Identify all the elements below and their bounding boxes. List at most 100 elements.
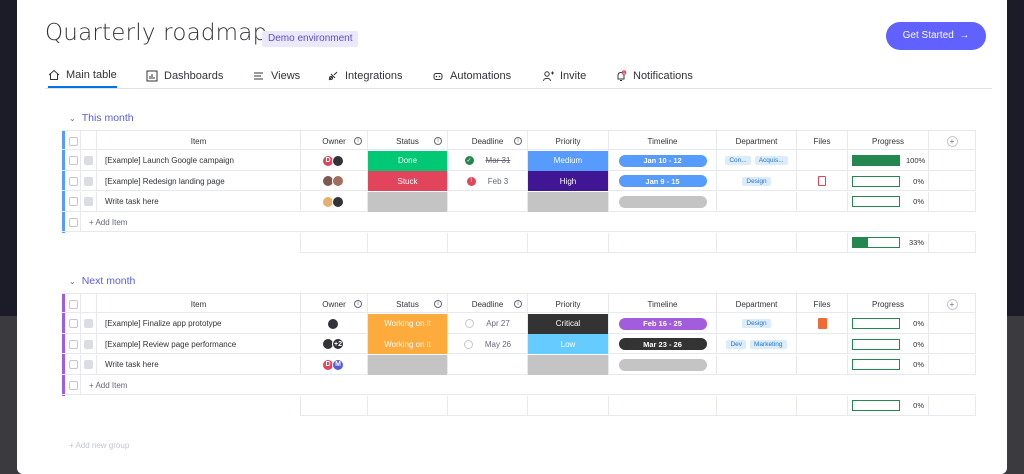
status-cell[interactable]	[368, 191, 448, 212]
files-cell[interactable]	[797, 354, 848, 375]
avatar[interactable]: +2	[332, 338, 344, 350]
pdf-file-icon[interactable]	[818, 176, 826, 186]
column-header-progress[interactable]: Progress	[848, 294, 929, 314]
department-cell[interactable]	[717, 354, 797, 375]
add-item-checkbox[interactable]	[67, 212, 81, 232]
checkbox-box[interactable]	[69, 319, 78, 328]
get-started-button[interactable]: Get Started →	[886, 22, 986, 50]
files-cell[interactable]	[797, 334, 848, 354]
row-checkbox[interactable]	[67, 191, 81, 212]
files-cell[interactable]	[797, 150, 848, 171]
priority-cell[interactable]	[528, 354, 609, 375]
add-column-button[interactable]: +	[929, 131, 976, 151]
department-cell[interactable]	[717, 191, 797, 212]
item-name[interactable]: [Example] Finalize app prototype	[97, 313, 301, 334]
plus-circle-icon[interactable]: +	[946, 298, 958, 310]
timeline-pill[interactable]	[618, 358, 707, 371]
timeline-cell[interactable]: Feb 16 - 25	[609, 313, 717, 334]
avatar[interactable]	[332, 154, 344, 167]
tab-automations[interactable]: Automations	[432, 64, 511, 88]
timeline-pill[interactable]: Feb 16 - 25	[618, 317, 707, 330]
owner-cell[interactable]: +2	[301, 334, 368, 354]
checkbox-box[interactable]	[69, 339, 78, 349]
status-cell[interactable]: Stuck	[368, 171, 448, 191]
owner-cell[interactable]: DM	[301, 354, 368, 375]
deadline-cell[interactable]: Apr 27	[448, 313, 528, 334]
files-cell[interactable]	[797, 171, 848, 191]
drag-handle-icon[interactable]	[84, 319, 93, 328]
checkbox-box[interactable]	[69, 176, 78, 186]
group-title-this-month[interactable]: ⌄ This month	[69, 112, 134, 124]
deadline-cell[interactable]: ✓ Mar 31	[448, 150, 528, 171]
drag-handle-icon[interactable]	[84, 176, 93, 186]
row-drag-handle[interactable]	[81, 150, 97, 171]
status-cell[interactable]: Working on it	[368, 334, 448, 354]
avatar[interactable]: M	[332, 358, 344, 371]
deadline-cell[interactable]	[448, 354, 528, 375]
checkbox-box[interactable]	[69, 136, 78, 146]
row-drag-handle[interactable]	[81, 313, 97, 334]
info-icon[interactable]: i	[514, 300, 522, 308]
column-header-files[interactable]: Files	[797, 294, 848, 314]
column-header-progress[interactable]: Progress	[848, 131, 929, 151]
plus-circle-icon[interactable]: +	[946, 135, 958, 147]
priority-cell[interactable]: Medium	[528, 150, 609, 171]
drag-handle-icon[interactable]	[84, 339, 93, 349]
column-header-files[interactable]: Files	[797, 131, 848, 151]
checkbox-box[interactable]	[69, 217, 78, 227]
timeline-pill[interactable]: Jan 10 - 12	[618, 154, 707, 167]
item-name[interactable]: Write task here	[97, 354, 301, 375]
checkbox-box[interactable]	[69, 156, 78, 165]
row-drag-handle[interactable]	[81, 334, 97, 354]
column-header-item[interactable]: Item	[97, 294, 301, 314]
tab-integrations[interactable]: Integrations	[327, 64, 402, 88]
checkbox-box[interactable]	[69, 380, 78, 390]
group-title-next-month[interactable]: ⌄ Next month	[69, 275, 135, 287]
timeline-pill[interactable]: Mar 23 - 26	[618, 338, 707, 350]
avatar[interactable]	[332, 175, 344, 187]
add-item-checkbox[interactable]	[67, 375, 81, 395]
item-name[interactable]: [Example] Review page performance	[97, 334, 301, 354]
deadline-cell[interactable]: May 26	[448, 334, 528, 354]
add-item-button[interactable]: + Add Item	[81, 212, 976, 232]
chevron-down-icon[interactable]: ⌄	[69, 277, 76, 286]
row-drag-handle[interactable]	[81, 191, 97, 212]
status-cell[interactable]	[368, 354, 448, 375]
column-header-priority[interactable]: Priority	[528, 131, 609, 151]
priority-cell[interactable]: Low	[528, 334, 609, 354]
timeline-cell[interactable]: Mar 23 - 26	[609, 334, 717, 354]
timeline-cell[interactable]: Jan 10 - 12	[609, 150, 717, 171]
info-icon[interactable]: i	[514, 137, 522, 145]
timeline-cell[interactable]	[609, 354, 717, 375]
owner-cell[interactable]: D	[301, 150, 368, 171]
drag-handle-icon[interactable]	[84, 156, 93, 165]
row-drag-handle[interactable]	[81, 354, 97, 375]
deadline-cell[interactable]	[448, 191, 528, 212]
timeline-cell[interactable]	[609, 191, 717, 212]
info-icon[interactable]: i	[354, 137, 362, 145]
select-all-checkbox[interactable]	[67, 294, 81, 314]
tab-main-table[interactable]: Main table	[48, 64, 117, 88]
priority-cell[interactable]: Critical	[528, 313, 609, 334]
owner-cell[interactable]	[301, 313, 368, 334]
column-header-department[interactable]: Department	[717, 294, 797, 314]
timeline-pill[interactable]	[618, 195, 707, 208]
select-all-checkbox[interactable]	[67, 131, 81, 151]
files-cell[interactable]	[797, 313, 848, 334]
row-checkbox[interactable]	[67, 334, 81, 354]
status-cell[interactable]: Working on it	[368, 313, 448, 334]
drag-handle-icon[interactable]	[84, 360, 93, 369]
deadline-cell[interactable]: ! Feb 3	[448, 171, 528, 191]
drag-handle-icon[interactable]	[84, 197, 93, 206]
tab-dashboards[interactable]: Dashboards	[146, 64, 223, 88]
tab-notifications[interactable]: 1 Notifications	[615, 64, 693, 88]
files-cell[interactable]	[797, 191, 848, 212]
checkbox-box[interactable]	[69, 299, 78, 309]
timeline-cell[interactable]: Jan 9 - 15	[609, 171, 717, 191]
item-name[interactable]: [Example] Redesign landing page	[97, 171, 301, 191]
column-header-timeline[interactable]: Timeline	[609, 131, 717, 151]
owner-cell[interactable]	[301, 171, 368, 191]
row-checkbox[interactable]	[67, 171, 81, 191]
info-icon[interactable]: i	[434, 300, 442, 308]
add-item-button[interactable]: + Add Item	[81, 375, 976, 395]
